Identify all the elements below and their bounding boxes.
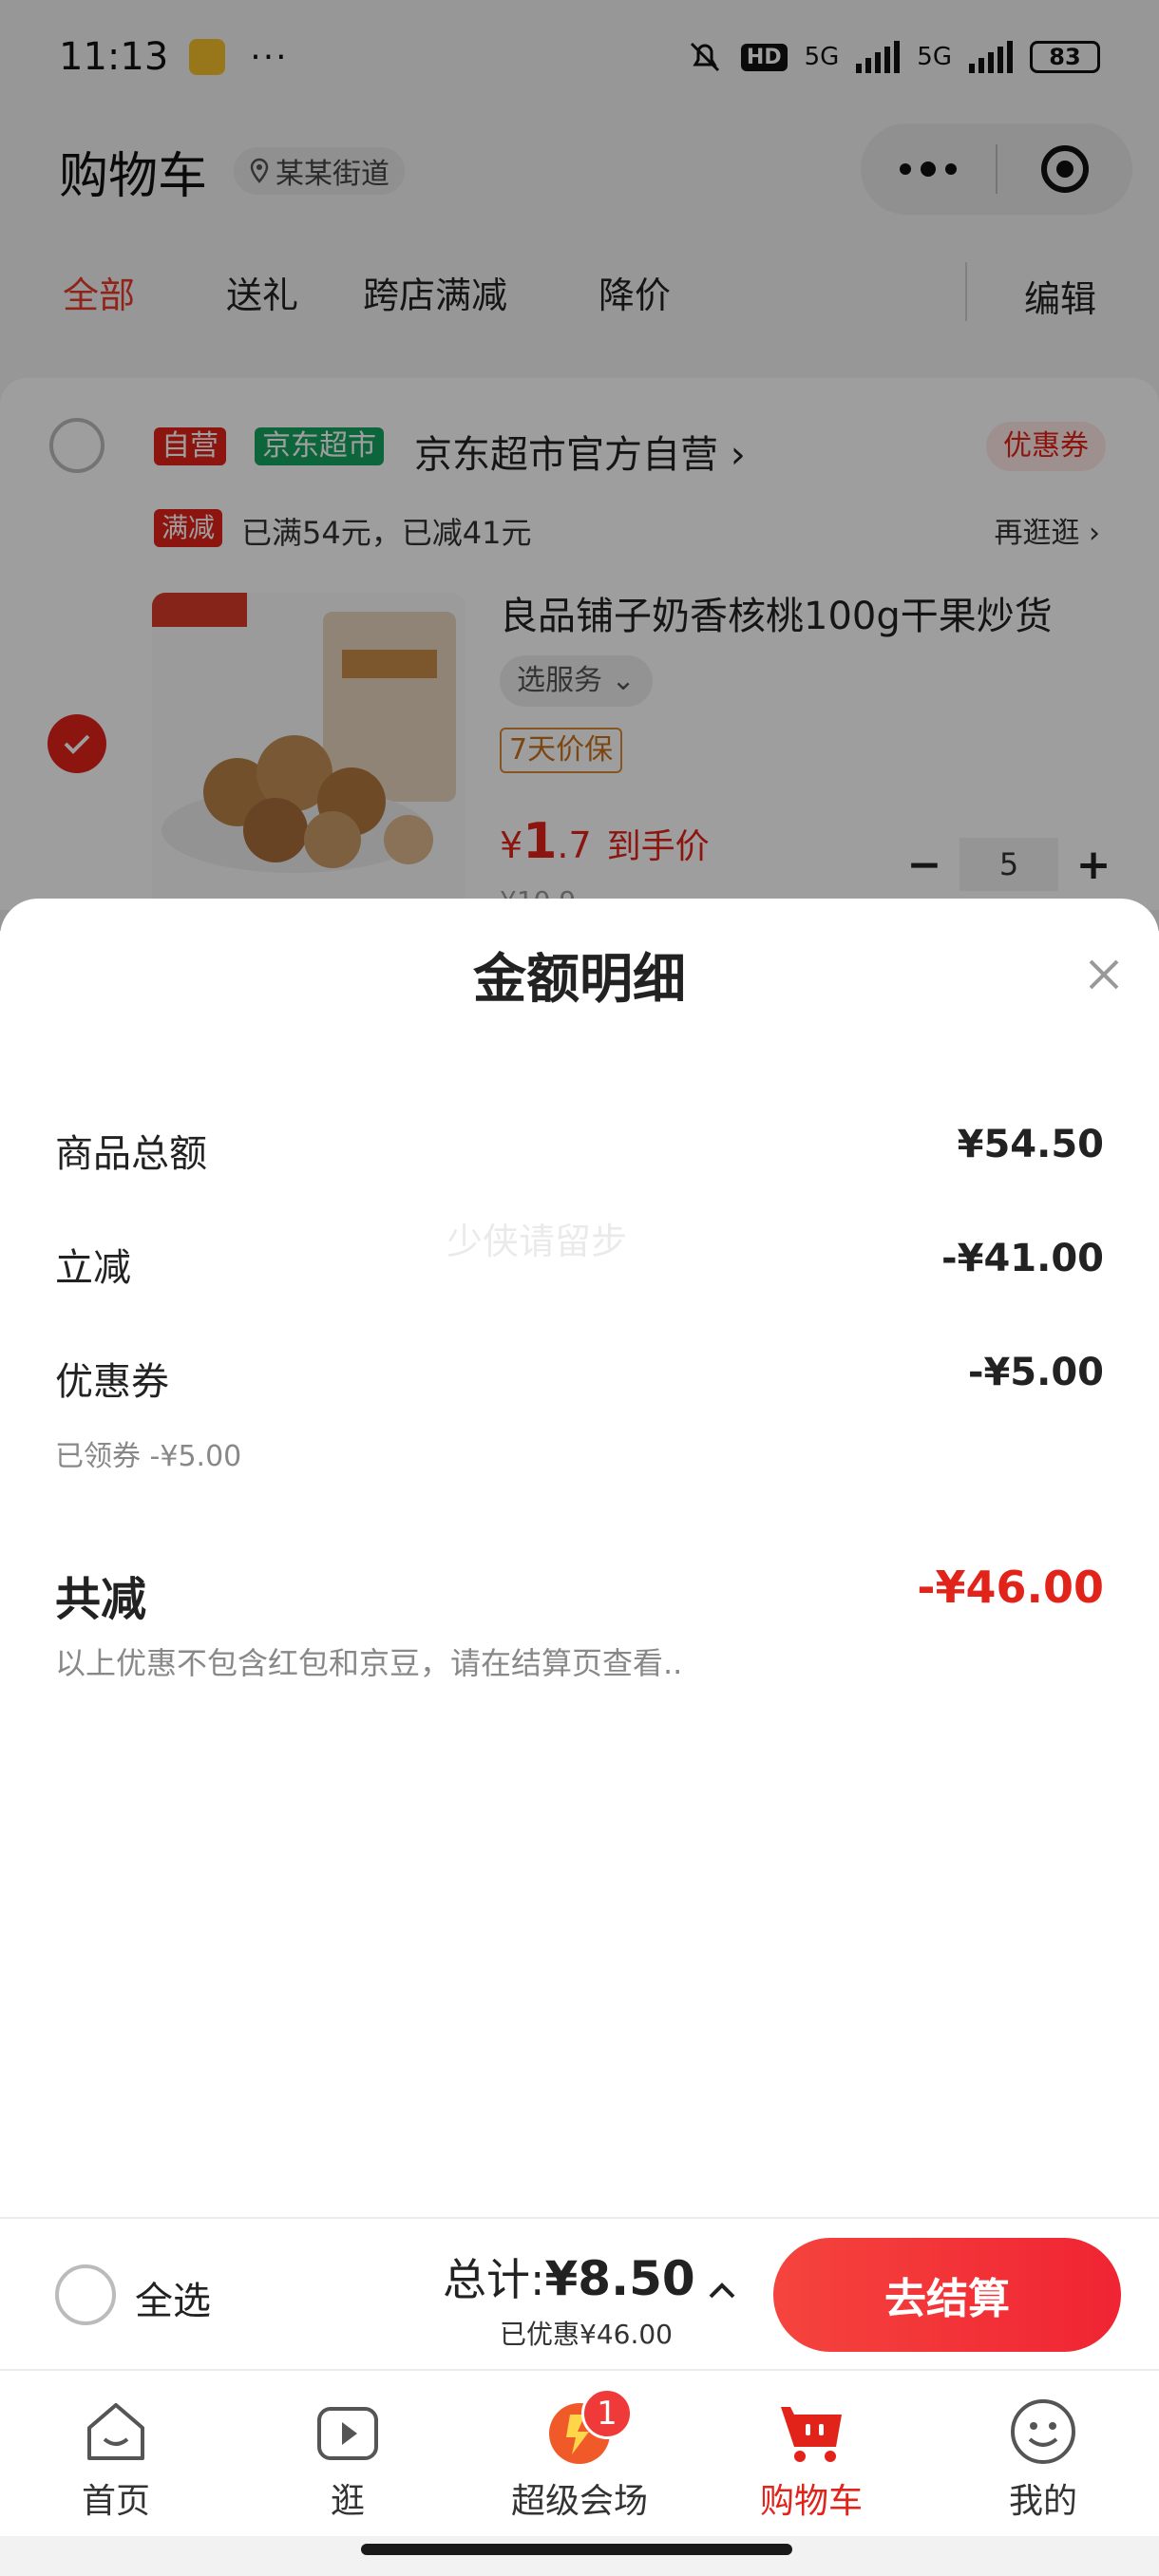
discount-note: 以上优惠不包含红包和京豆，请在结算页查看.. xyxy=(55,1645,683,1681)
amount-detail-sheet: 金额明细 商品总额 ¥54.50 少侠请留步 立减 -¥41.00 优惠券 -¥… xyxy=(0,899,1159,2217)
tab-home[interactable]: 首页 xyxy=(0,2371,232,2536)
close-icon[interactable] xyxy=(1075,946,1132,1003)
total-discount-label: 共减 xyxy=(55,1573,147,1626)
tab-super-venue[interactable]: 1 超级会场 xyxy=(464,2371,695,2536)
cart-icon xyxy=(781,2407,842,2462)
coupon-label: 优惠券 xyxy=(55,1360,169,1404)
select-all-label[interactable]: 全选 xyxy=(135,2270,211,2325)
total-prefix: 总计: xyxy=(443,2254,545,2305)
tab-profile[interactable]: 我的 xyxy=(927,2371,1159,2536)
goods-total-label: 商品总额 xyxy=(55,1132,207,1176)
tab-browse-label: 逛 xyxy=(330,2482,365,2521)
total-price: 总计:¥8.50 xyxy=(443,2245,695,2308)
tab-cart-label: 购物车 xyxy=(759,2482,863,2521)
tab-super-venue-label: 超级会场 xyxy=(510,2482,648,2521)
sheet-title: 金额明细 xyxy=(473,949,686,1011)
watermark-text: 少侠请留步 xyxy=(446,1221,628,1262)
tab-profile-label: 我的 xyxy=(1008,2482,1077,2521)
total-amount: ¥8.50 xyxy=(544,2251,695,2306)
select-all-radio[interactable] xyxy=(55,2264,116,2325)
video-play-icon xyxy=(317,2407,378,2460)
saved-amount: 已优惠¥46.00 xyxy=(500,2319,673,2350)
profile-icon xyxy=(1011,2399,1075,2464)
home-icon xyxy=(87,2403,144,2460)
notification-badge: 1 xyxy=(581,2388,633,2439)
home-indicator xyxy=(361,2544,792,2555)
coupon-value: -¥5.00 xyxy=(967,1351,1104,1394)
tab-home-label: 首页 xyxy=(81,2482,150,2521)
instant-discount-label: 立减 xyxy=(55,1246,131,1290)
checkout-button[interactable]: 去结算 xyxy=(773,2238,1121,2352)
goods-total-value: ¥54.50 xyxy=(957,1123,1104,1166)
tab-browse[interactable]: 逛 xyxy=(232,2371,464,2536)
modal-overlay[interactable] xyxy=(0,0,1159,931)
tab-cart[interactable]: 购物车 xyxy=(695,2371,927,2536)
checkout-bar: 全选 总计:¥8.50 已优惠¥46.00 去结算 xyxy=(0,2217,1159,2369)
instant-discount-value: -¥41.00 xyxy=(941,1237,1104,1280)
chevron-up-icon[interactable] xyxy=(703,2272,741,2310)
total-discount-value: -¥46.00 xyxy=(917,1562,1104,1613)
coupon-sub-text: 已领券 -¥5.00 xyxy=(55,1440,242,1473)
bottom-tab-bar: 首页 逛 1 超级会场 购物车 我的 xyxy=(0,2369,1159,2536)
